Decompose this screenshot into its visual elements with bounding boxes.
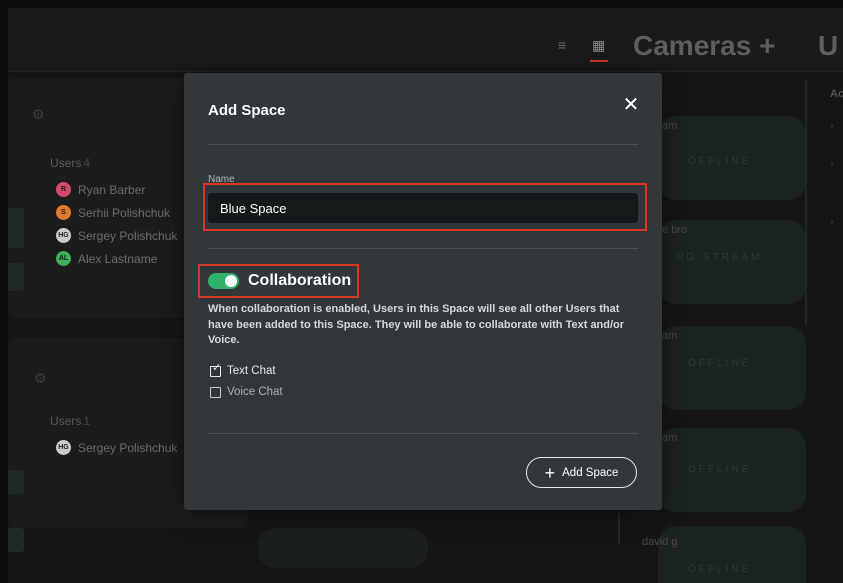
camera-status: OFFLINE: [688, 358, 752, 369]
voice-chat-label: Voice Chat: [227, 386, 283, 398]
user-name: Sergey Polishchuk: [78, 228, 178, 243]
gear-icon[interactable]: ⚙: [32, 106, 45, 123]
avatar: S: [56, 205, 71, 220]
cameras-title[interactable]: Cameras +: [633, 30, 775, 62]
users-title: U: [818, 30, 839, 61]
highlight-box: [203, 183, 647, 231]
camera-name: am: [662, 120, 678, 132]
user-name: Serhii Polishchuk: [78, 205, 171, 220]
list-view-icon[interactable]: ≡: [558, 38, 566, 52]
plus-icon: +: [544, 462, 556, 483]
highlight-box: [198, 264, 359, 298]
gear-icon[interactable]: ⚙: [34, 370, 47, 387]
camera-tile: [258, 528, 428, 568]
voice-chat-checkbox[interactable]: Voice Chat: [210, 386, 283, 398]
chevron-right-icon[interactable]: ›: [830, 120, 834, 132]
user-row: R Ryan Barber: [56, 182, 145, 197]
add-space-button[interactable]: + Add Space: [526, 457, 637, 488]
camera-name: am: [662, 330, 678, 342]
text-chat-checkbox[interactable]: ✓ Text Chat: [210, 362, 276, 377]
active-view-indicator: [590, 60, 608, 62]
camera-status: OFFLINE: [688, 156, 752, 167]
divider: [208, 248, 638, 249]
user-row: HG Sergey Polishchuk: [56, 440, 177, 455]
avatar: HG: [56, 228, 71, 243]
divider: [618, 513, 620, 543]
avatar: R: [56, 182, 71, 197]
camera-name: am: [662, 432, 678, 444]
users-heading: Users 1: [50, 414, 91, 428]
camera-name: david g: [642, 536, 678, 548]
close-icon[interactable]: ✕: [621, 95, 641, 115]
edge-tile: [8, 263, 24, 291]
grid-view-icon[interactable]: ▦: [592, 38, 605, 52]
checkbox-checked-icon[interactable]: ✓: [210, 362, 221, 377]
avatar: HG: [56, 440, 71, 455]
user-name: Alex Lastname: [78, 251, 158, 266]
camera-status: OFFLINE: [688, 464, 752, 475]
add-space-label: Add Space: [562, 466, 619, 479]
divider: [208, 433, 638, 434]
user-row: S Serhii Polishchuk: [56, 205, 170, 220]
camera-name: e bro: [662, 224, 688, 236]
divider: [208, 144, 638, 145]
edge-tile: [8, 470, 24, 494]
top-bar: ≡ ▦ Cameras + U: [8, 8, 843, 72]
chevron-right-icon[interactable]: ›: [830, 216, 834, 228]
chevron-right-icon[interactable]: ›: [830, 158, 834, 170]
edge-tile: [8, 528, 24, 552]
edge-tile: [8, 208, 24, 248]
camera-status: OFFLINE: [688, 564, 752, 575]
right-panel-label: Ac: [830, 88, 843, 100]
users-heading: Users 4: [50, 156, 91, 170]
user-name: Sergey Polishchuk: [78, 440, 178, 455]
panel-divider: [805, 80, 807, 325]
modal-title: Add Space: [208, 102, 286, 119]
collaboration-description: When collaboration is enabled, Users in …: [208, 303, 625, 346]
avatar: AL: [56, 251, 71, 266]
text-chat-label: Text Chat: [227, 365, 276, 377]
user-row: HG Sergey Polishchuk: [56, 228, 177, 243]
camera-status: NO STREAM: [676, 252, 763, 263]
user-name: Ryan Barber: [78, 182, 146, 197]
user-row: AL Alex Lastname: [56, 251, 157, 266]
checkbox-unchecked-icon[interactable]: [210, 386, 221, 398]
